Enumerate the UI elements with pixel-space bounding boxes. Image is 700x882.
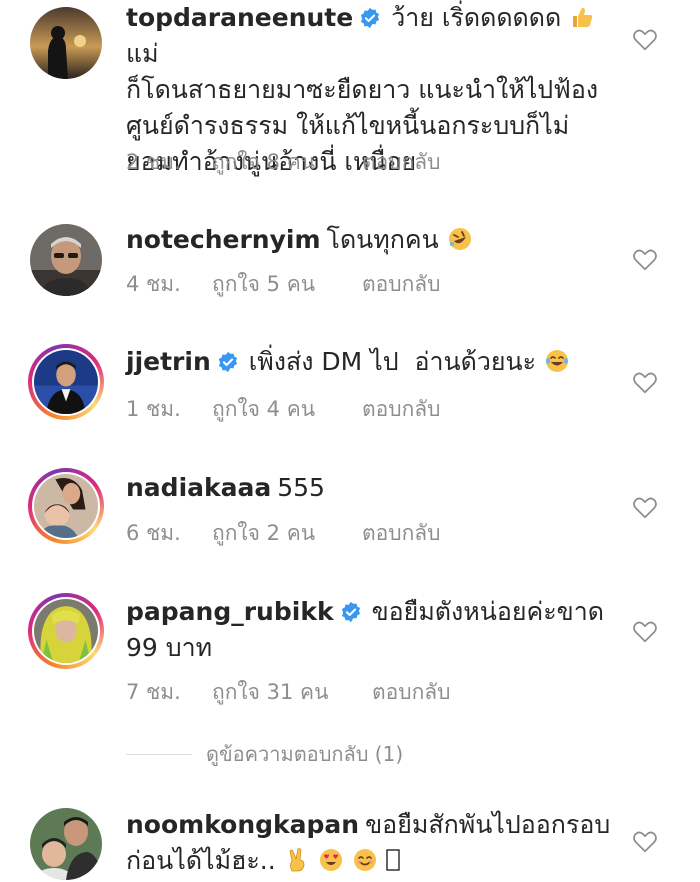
rofl-emoji-icon — [448, 228, 471, 250]
comment-meta: 7 ชม. ถูกใจ 31 คน ตอบกลับ — [126, 676, 451, 709]
username-link[interactable]: papang_rubikk — [126, 597, 334, 626]
avatar-story-ring[interactable] — [28, 593, 104, 669]
comment-text: เพิ่งส่ง DM ไป อ่านด้วยนะ — [248, 347, 537, 376]
reply-button[interactable]: ตอบกลับ — [362, 517, 441, 550]
comment-body: jjetrin เพิ่งส่ง DM ไป อ่านด้วยนะ — [126, 344, 616, 380]
view-replies-toggle[interactable]: ดูข้อความตอบกลับ (1) — [126, 738, 403, 770]
avatar-story-ring[interactable] — [28, 344, 104, 420]
heart-outline-icon[interactable] — [632, 495, 658, 519]
comment-time: 4 ชม. — [126, 272, 181, 296]
username-link[interactable]: jjetrin — [126, 347, 211, 376]
heart-outline-icon[interactable] — [632, 247, 658, 271]
heart-eyes-emoji-icon — [319, 849, 342, 871]
comment-body: nadiakaaa 555 — [126, 470, 616, 506]
comment-meta: 1 ชม. ถูกใจ 4 คน ตอบกลับ — [126, 393, 441, 426]
comment-meta: 6 ชม. ถูกใจ 2 คน ตอบกลับ — [126, 517, 441, 550]
comment-body: notechernyim โดนทุกคน — [126, 222, 616, 258]
verified-badge-icon — [361, 7, 380, 29]
reply-button[interactable]: ตอบกลับ — [362, 268, 441, 301]
comment-text: โดนทุกคน — [326, 225, 439, 254]
divider-line — [126, 753, 192, 755]
likes-count-link[interactable]: ถูกใจ 4 คน — [212, 393, 362, 426]
avatar-image — [30, 7, 102, 79]
avatar-story-ring[interactable] — [28, 468, 104, 544]
avatar-image — [34, 350, 98, 414]
reply-button[interactable]: ตอบกลับ — [362, 146, 441, 179]
verified-badge-icon — [218, 351, 237, 373]
likes-count-link[interactable]: ถูกใจ 31 คน — [212, 676, 372, 709]
avatar-image — [30, 808, 102, 880]
avatar[interactable] — [28, 5, 104, 81]
avatar[interactable] — [28, 222, 104, 298]
username-link[interactable]: notechernyim — [126, 225, 321, 254]
verified-badge-icon — [341, 601, 360, 623]
comment-text: ว้าย เริ่ดดดดดด — [391, 3, 562, 32]
comment-meta: 4 ชม. ถูกใจ 5 คน ตอบกลับ — [126, 268, 441, 301]
avatar[interactable] — [28, 806, 104, 882]
comment-text: 99 บาท — [126, 633, 213, 662]
likes-count-link[interactable]: ถูกใจ 8 คน — [212, 146, 362, 179]
comment-time: 2 ชม. — [126, 150, 181, 174]
reply-button[interactable]: ตอบกลับ — [372, 676, 451, 709]
comment-text: ศูนย์ดำรงธรรม ให้แก้ไขหนี้นอกระบบก็ไม่ — [126, 111, 570, 140]
tears-of-joy-emoji-icon — [546, 350, 569, 372]
heart-outline-icon[interactable] — [632, 619, 658, 643]
comment-text: ขอยืมตังหน่อยค่ะขาด — [371, 597, 604, 626]
comment-text: ก็โดนสาธยายมาซะยืดยาว แนะนำให้ไปฟ้อง — [126, 75, 599, 104]
unknown-glyph-icon — [385, 849, 400, 871]
comment-text: 555 — [277, 473, 325, 502]
comment-time: 6 ชม. — [126, 521, 181, 545]
comment-text: แม่ — [126, 39, 159, 68]
smiling-face-emoji-icon — [353, 849, 376, 871]
thumbs-up-emoji-icon — [573, 7, 593, 28]
comment-time: 1 ชม. — [126, 397, 181, 421]
comment-body: noomkongkapan ขอยืมสักพันไปออกรอบ ก่อนได้… — [126, 807, 616, 879]
comment-meta: 2 ชม. ถูกใจ 8 คน ตอบกลับ — [126, 146, 441, 179]
avatar-image — [34, 599, 98, 663]
comment-body: papang_rubikk ขอยืมตังหน่อยค่ะขาด 99 บาท — [126, 594, 616, 666]
victory-hand-emoji-icon — [289, 848, 305, 872]
heart-outline-icon[interactable] — [632, 27, 658, 51]
view-replies-label: ดูข้อความตอบกลับ (1) — [206, 742, 404, 766]
comment-time: 7 ชม. — [126, 680, 181, 704]
heart-outline-icon[interactable] — [632, 370, 658, 394]
comment-text: ขอยืมสักพันไปออกรอบ — [365, 810, 611, 839]
avatar-image — [30, 224, 102, 296]
likes-count-link[interactable]: ถูกใจ 5 คน — [212, 268, 362, 301]
username-link[interactable]: nadiakaaa — [126, 473, 271, 502]
reply-button[interactable]: ตอบกลับ — [362, 393, 441, 426]
username-link[interactable]: noomkongkapan — [126, 810, 359, 839]
avatar-image — [34, 474, 98, 538]
likes-count-link[interactable]: ถูกใจ 2 คน — [212, 517, 362, 550]
username-link[interactable]: topdaraneenute — [126, 3, 353, 32]
heart-outline-icon[interactable] — [632, 829, 658, 853]
comment-text: ก่อนได้ไม้ฮะ.. — [126, 846, 276, 875]
